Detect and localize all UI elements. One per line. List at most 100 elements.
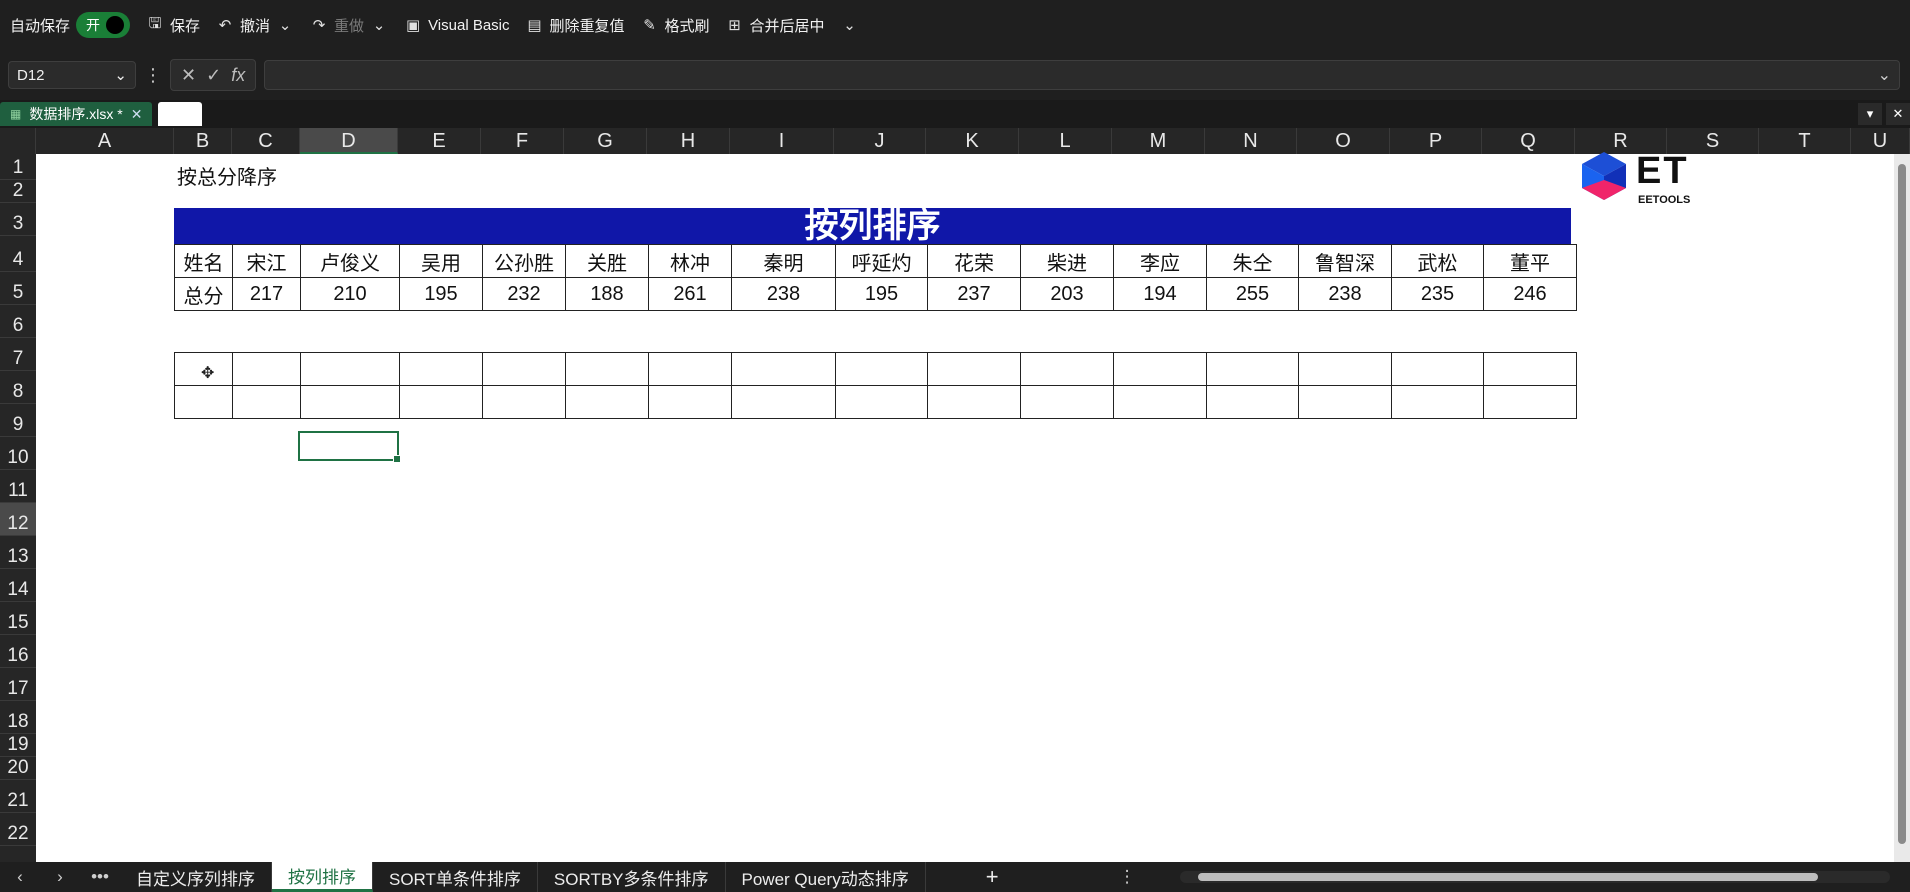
- table-cell[interactable]: [232, 385, 301, 419]
- table-cell[interactable]: 255: [1206, 277, 1299, 311]
- confirm-icon[interactable]: ✓: [206, 65, 221, 86]
- table-cell[interactable]: 董平: [1483, 244, 1577, 278]
- row-header[interactable]: 18: [0, 701, 36, 734]
- column-header[interactable]: E: [398, 128, 481, 154]
- table-cell[interactable]: [565, 352, 649, 386]
- table-cell[interactable]: [835, 352, 928, 386]
- table-cell[interactable]: [1206, 352, 1299, 386]
- table-cell[interactable]: 188: [565, 277, 649, 311]
- table-cell[interactable]: 花荣: [927, 244, 1021, 278]
- sheet-tab[interactable]: SORT单条件排序: [373, 862, 538, 892]
- remove-duplicates-button[interactable]: ▤ 删除重复值: [526, 15, 624, 36]
- redo-dropdown-icon[interactable]: ⌄: [370, 16, 388, 34]
- row-header[interactable]: 6: [0, 305, 36, 338]
- table-cell[interactable]: 呼延灼: [835, 244, 928, 278]
- sheet-tab[interactable]: 按列排序: [272, 862, 373, 892]
- table-cell[interactable]: 朱仝: [1206, 244, 1299, 278]
- table-cell[interactable]: [482, 352, 566, 386]
- row-header[interactable]: 15: [0, 602, 36, 635]
- table-cell[interactable]: 235: [1391, 277, 1484, 311]
- table-cell[interactable]: 姓名: [174, 244, 233, 278]
- table-cell[interactable]: [927, 385, 1021, 419]
- prev-sheet-icon[interactable]: ‹: [0, 867, 40, 887]
- row-header[interactable]: 12: [0, 503, 36, 536]
- table-cell[interactable]: [1391, 385, 1484, 419]
- table-cell[interactable]: 卢俊义: [300, 244, 400, 278]
- table-cell[interactable]: 238: [731, 277, 836, 311]
- table-cell[interactable]: 195: [835, 277, 928, 311]
- table-cell[interactable]: [1020, 385, 1114, 419]
- table-cell[interactable]: [300, 385, 400, 419]
- table-cell[interactable]: 237: [927, 277, 1021, 311]
- sheet-tab[interactable]: Power Query动态排序: [726, 862, 926, 892]
- table-cell[interactable]: 李应: [1113, 244, 1207, 278]
- column-header[interactable]: U: [1851, 128, 1910, 154]
- table-cell[interactable]: [565, 385, 649, 419]
- save-button[interactable]: 🖫 保存: [146, 13, 200, 38]
- table-cell[interactable]: 宋江: [232, 244, 301, 278]
- redo-button[interactable]: ↷ 重做 ⌄: [310, 15, 388, 36]
- add-sheet-icon[interactable]: +: [986, 864, 999, 890]
- row-header[interactable]: 2: [0, 180, 36, 203]
- table-cell[interactable]: 关胜: [565, 244, 649, 278]
- table-cell[interactable]: 柴进: [1020, 244, 1114, 278]
- column-header[interactable]: J: [834, 128, 926, 154]
- undo-dropdown-icon[interactable]: ⌄: [276, 16, 294, 34]
- format-painter-button[interactable]: ✎ 格式刷: [641, 15, 709, 36]
- row-header[interactable]: 9: [0, 404, 36, 437]
- sheet-tab[interactable]: SORTBY多条件排序: [538, 862, 726, 892]
- table-cell[interactable]: 武松: [1391, 244, 1484, 278]
- table-cell[interactable]: 210: [300, 277, 400, 311]
- row-header[interactable]: 20: [0, 757, 36, 780]
- formula-input[interactable]: ⌄: [264, 60, 1900, 90]
- horizontal-scroll-thumb[interactable]: [1198, 873, 1818, 881]
- new-file-tab[interactable]: [158, 102, 203, 126]
- table-cell[interactable]: [927, 352, 1021, 386]
- table-cell[interactable]: [399, 352, 483, 386]
- table-cell[interactable]: 232: [482, 277, 566, 311]
- horizontal-scrollbar[interactable]: [1180, 871, 1890, 883]
- row-header[interactable]: 10: [0, 437, 36, 470]
- column-header[interactable]: A: [36, 128, 174, 154]
- more-sheets-icon[interactable]: •••: [80, 867, 120, 887]
- more-icon[interactable]: ⋮: [1119, 867, 1136, 887]
- table-cell[interactable]: 公孙胜: [482, 244, 566, 278]
- row-header[interactable]: 17: [0, 668, 36, 701]
- column-header[interactable]: D: [300, 128, 398, 154]
- fill-handle[interactable]: [393, 455, 401, 463]
- table-cell[interactable]: 林冲: [648, 244, 732, 278]
- sheet-tab[interactable]: 自定义序列排序: [120, 862, 272, 892]
- table-cell[interactable]: [835, 385, 928, 419]
- name-box[interactable]: D12 ⌄: [8, 61, 136, 89]
- table-cell[interactable]: [232, 352, 301, 386]
- table-cell[interactable]: [731, 352, 836, 386]
- table-cell[interactable]: [1483, 352, 1577, 386]
- worksheet[interactable]: ABCDEFGHIJKLMNOPQRSTU 1 2 3 4 5 6 7 8 9 10 11 12 13 1…: [0, 128, 1910, 862]
- table-cell[interactable]: [648, 385, 732, 419]
- table-cell[interactable]: [648, 352, 732, 386]
- row-header[interactable]: 21: [0, 780, 36, 813]
- column-header[interactable]: I: [730, 128, 834, 154]
- table-cell[interactable]: [1020, 352, 1114, 386]
- table-cell[interactable]: 吴用: [399, 244, 483, 278]
- select-all-corner[interactable]: [0, 128, 36, 154]
- table-cell[interactable]: [1298, 385, 1392, 419]
- tab-list-icon[interactable]: ▾: [1858, 103, 1882, 125]
- table-cell[interactable]: [1113, 352, 1207, 386]
- vertical-scroll-thumb[interactable]: [1898, 164, 1906, 844]
- column-header[interactable]: F: [481, 128, 564, 154]
- table-cell[interactable]: [174, 385, 233, 419]
- row-header[interactable]: 8: [0, 371, 36, 404]
- table-cell[interactable]: 261: [648, 277, 732, 311]
- table-cell[interactable]: [300, 352, 400, 386]
- row-header[interactable]: 1: [0, 154, 36, 180]
- row-header[interactable]: 3: [0, 203, 36, 236]
- table-cell[interactable]: [482, 385, 566, 419]
- column-header[interactable]: K: [926, 128, 1019, 154]
- column-header[interactable]: P: [1390, 128, 1482, 154]
- row-header[interactable]: 7: [0, 338, 36, 371]
- more-icon[interactable]: ⋮: [144, 65, 162, 86]
- table-cell[interactable]: 总分: [174, 277, 233, 311]
- row-header[interactable]: 13: [0, 536, 36, 569]
- table-cell[interactable]: 鲁智深: [1298, 244, 1392, 278]
